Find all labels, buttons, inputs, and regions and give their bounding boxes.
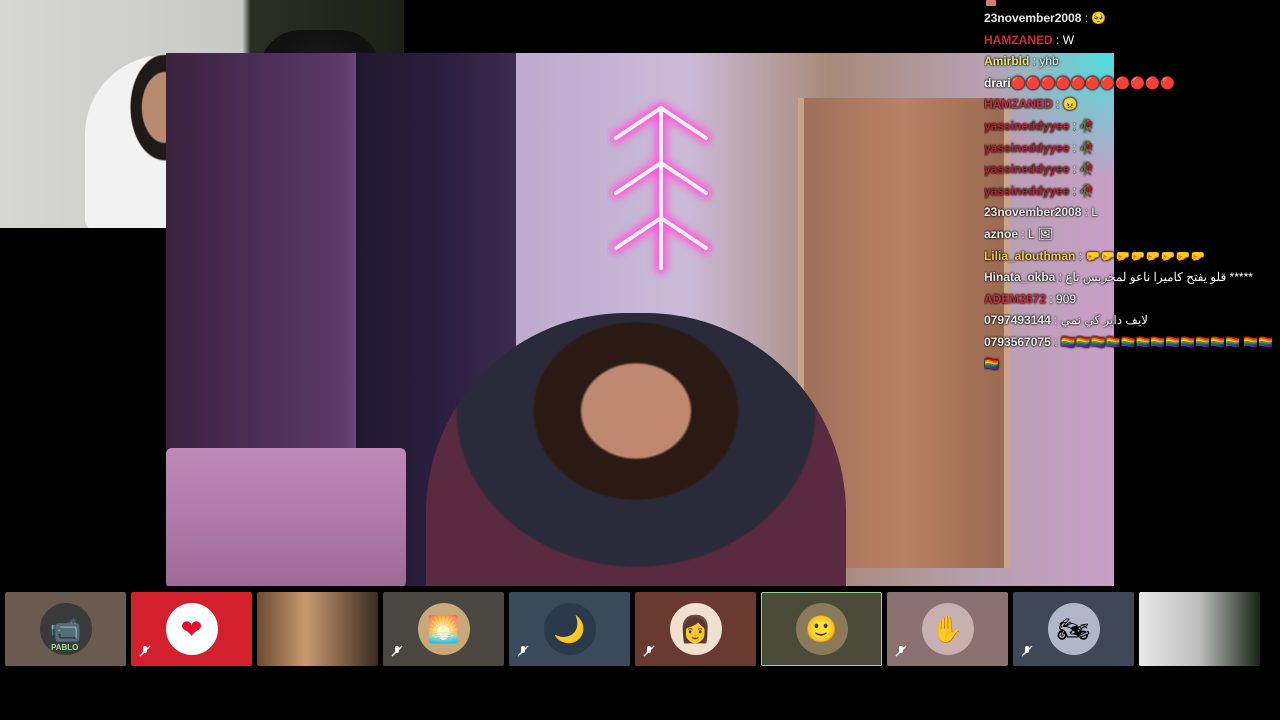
chat-username[interactable]: 0797493144 xyxy=(984,313,1051,327)
chat-text: 🥀 xyxy=(1079,140,1095,155)
participant-tile[interactable] xyxy=(1139,592,1260,666)
chat-message: yassineddyyee : 🥀 xyxy=(984,159,1276,181)
participant-name: PABLO xyxy=(51,643,79,652)
chat-text: L xyxy=(1091,205,1099,220)
chat-username[interactable]: drari xyxy=(984,76,1011,90)
main-video-feed[interactable] xyxy=(166,53,1114,586)
chat-username[interactable]: 0793567075 xyxy=(984,335,1051,349)
chat-separator: : xyxy=(1055,270,1066,285)
chat-username[interactable]: yassineddyyee xyxy=(984,141,1069,155)
participant-tile[interactable]: 🌙 xyxy=(509,592,630,666)
chat-separator: : xyxy=(1029,54,1040,69)
chat-message: HAMZANED : W xyxy=(984,30,1276,52)
participant-tile[interactable] xyxy=(257,592,378,666)
person-photo-icon: 🙂 xyxy=(795,603,848,655)
chat-username[interactable]: yassineddyyee xyxy=(984,184,1069,198)
chat-username[interactable]: HAMZANED xyxy=(984,97,1053,111)
chat-text: 🥺 xyxy=(1091,11,1107,25)
chat-message: 0797493144 : لايف داير كي نمي xyxy=(984,310,1276,332)
chat-badge-icon xyxy=(986,0,996,6)
chat-separator: : xyxy=(1075,248,1086,263)
chat-separator: : xyxy=(1069,183,1080,198)
girl-avatar-icon: 👩 xyxy=(669,603,722,655)
participant-tile[interactable]: ❤ xyxy=(131,592,252,666)
chat-separator: : xyxy=(1052,97,1063,112)
chat-message: 23november2008 : 🥺 xyxy=(984,8,1276,30)
participant-tile[interactable]: 📹 PABLO xyxy=(5,592,126,666)
chat-text: 🤛🤛🤛🤛🤛🤛🤛🤛 xyxy=(1085,248,1205,263)
participant-tile[interactable]: 🙂 xyxy=(761,592,882,666)
hand-photo-icon: ✋ xyxy=(921,603,974,655)
mic-muted-icon xyxy=(139,645,151,660)
sunset-icon: 🌅 xyxy=(417,603,470,655)
chat-message: Hinata_okba : قلو يفتح كاميرا ناعو لمخرب… xyxy=(984,267,1276,289)
chat-text: 😠 xyxy=(1062,97,1078,112)
chat-message: drari🔴🔴🔴🔴🔴🔴🔴🔴🔴🔴🔴 xyxy=(984,73,1276,95)
chat-text: L 🖼 xyxy=(1028,226,1053,241)
participant-tile[interactable]: 🌅 xyxy=(383,592,504,666)
chat-separator: : xyxy=(1050,334,1061,349)
neon-arrow-icon xyxy=(610,100,712,274)
motorbike-photo-icon: 🏍 xyxy=(1047,603,1100,655)
chat-username[interactable]: ADEM2672 xyxy=(984,292,1046,306)
chat-username[interactable]: yassineddyyee xyxy=(984,162,1069,176)
chat-message: aznoe : L 🖼 xyxy=(984,224,1276,246)
chat-message: 23november2008 : L xyxy=(984,202,1276,224)
chat-message: Amirbld : yhb xyxy=(984,51,1276,73)
chat-separator: : xyxy=(1046,291,1057,306)
chat-text: 🥀 xyxy=(1079,183,1095,198)
chat-text: قلو يفتح كاميرا ناعو لمخربس ناع ***** xyxy=(1065,270,1253,285)
mic-muted-icon xyxy=(1021,645,1033,660)
chat-message: Lilia_alouthman : 🤛🤛🤛🤛🤛🤛🤛🤛 xyxy=(984,246,1276,268)
chat-message: 0793567075 : 🏳️‍🌈🏳️‍🌈🏳️‍🌈🏳️‍🌈🏳️‍🌈🏳️‍🌈🏳️‍… xyxy=(984,332,1276,375)
chat-message: yassineddyyee : 🥀 xyxy=(984,116,1276,138)
sofa xyxy=(166,448,406,586)
mic-muted-icon xyxy=(643,645,655,660)
chat-text: 909 xyxy=(1056,291,1077,306)
chat-text: W xyxy=(1062,32,1075,47)
chat-separator: : xyxy=(1081,205,1092,220)
chat-username[interactable]: 23november2008 xyxy=(984,205,1081,219)
chat-separator: : xyxy=(1069,140,1080,155)
chat-text: 🔴🔴🔴🔴🔴🔴🔴🔴🔴🔴🔴 xyxy=(1010,75,1176,90)
chat-text: 🥀 xyxy=(1079,118,1095,133)
chat-username[interactable]: 23november2008 xyxy=(984,11,1081,25)
mic-muted-icon xyxy=(895,645,907,660)
chat-message: yassineddyyee : 🥀 xyxy=(984,138,1276,160)
mic-muted-icon xyxy=(391,645,403,660)
chat-separator: : xyxy=(1018,226,1029,241)
chat-separator: : xyxy=(1052,32,1063,47)
chat-username[interactable]: yassineddyyee xyxy=(984,119,1069,133)
chat-username[interactable]: Lilia_alouthman xyxy=(984,249,1075,263)
chat-username[interactable]: Hinata_okba xyxy=(984,270,1055,284)
chat-separator: : xyxy=(1069,162,1080,177)
chat-username[interactable]: HAMZANED xyxy=(984,33,1053,47)
chat-username[interactable]: Amirbld xyxy=(984,54,1029,68)
chat-separator: : xyxy=(1081,11,1092,25)
moon-icon: 🌙 xyxy=(543,603,596,655)
participant-tile[interactable]: 🏍 xyxy=(1013,592,1134,666)
chat-message: ADEM2672 : 909 xyxy=(984,289,1276,311)
chat-separator: : xyxy=(1069,118,1080,133)
chat-overlay: 23november2008 : 🥺 HAMZANED : W Amirbld : … xyxy=(984,8,1276,375)
chat-message: HAMZANED : 😠 xyxy=(984,94,1276,116)
chat-text: لايف داير كي نمي xyxy=(1060,313,1149,328)
participant-tile[interactable]: ✋ xyxy=(887,592,1008,666)
chat-text: yhb xyxy=(1039,54,1059,69)
chat-text: 🥀 xyxy=(1079,162,1095,177)
chat-message: yassineddyyee : 🥀 xyxy=(984,181,1276,203)
heart-icon: ❤ xyxy=(165,603,218,655)
chat-separator: : xyxy=(1050,313,1061,328)
participant-tile[interactable]: 👩 xyxy=(635,592,756,666)
chat-username[interactable]: aznoe xyxy=(984,227,1018,241)
mic-muted-icon xyxy=(517,645,529,660)
participant-strip: 📹 PABLO ❤ 🌅 🌙 👩 🙂 ✋ 🏍 xyxy=(5,592,1275,666)
